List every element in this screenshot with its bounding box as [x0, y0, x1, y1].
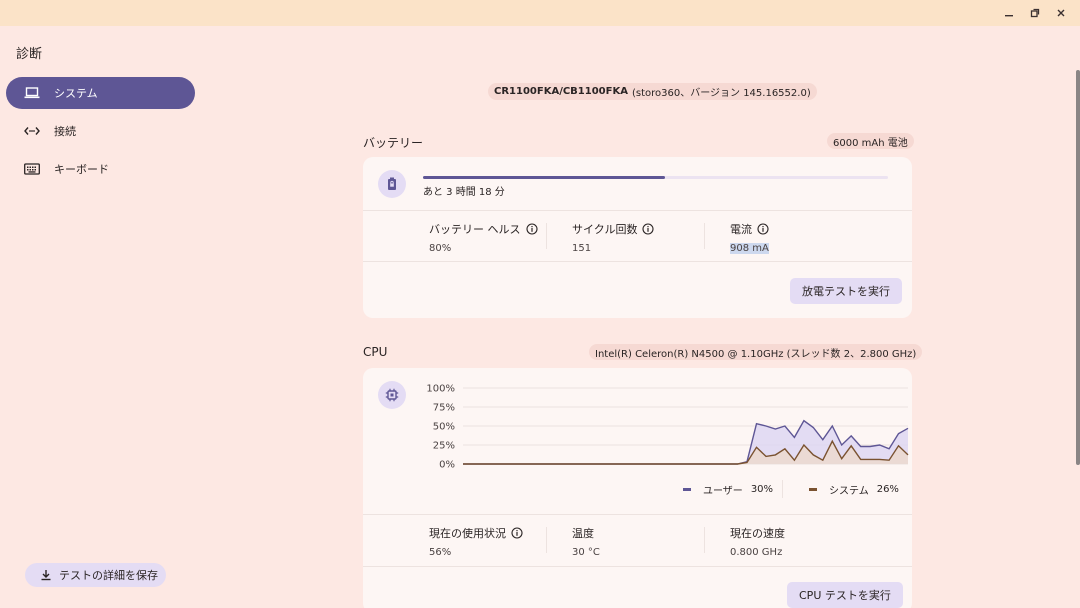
- current-label: 電流: [730, 223, 752, 236]
- cycle-count-value: 151: [572, 243, 592, 254]
- laptop-icon: [22, 85, 42, 101]
- cpu-divider-bottom: [363, 566, 912, 567]
- close-button[interactable]: [1048, 2, 1074, 24]
- legend-system-value: 26%: [876, 484, 899, 495]
- y-tick-label: 25%: [433, 441, 455, 452]
- run-cpu-test-button[interactable]: CPU テストを実行: [787, 582, 903, 608]
- device-model-chip: CR1100FKA/CB1100FKA (storo360、バージョン 145.…: [488, 83, 817, 100]
- legend-user-label: ユーザー: [703, 486, 743, 497]
- legend-separator: [782, 480, 783, 498]
- battery-health-metric: バッテリー ヘルス 80%: [429, 221, 538, 254]
- device-model: CR1100FKA/CB1100FKA: [494, 86, 628, 97]
- metric-separator: [704, 223, 705, 249]
- save-test-details-button[interactable]: テストの詳細を保存: [25, 563, 166, 587]
- cpu-section-title: CPU: [363, 345, 388, 359]
- y-tick-label: 0%: [439, 460, 455, 471]
- metric-separator: [704, 527, 705, 553]
- cpu-usage-metric: 現在の使用状況 56%: [429, 525, 523, 558]
- battery-capacity-chip: 6000 mAh 電池: [827, 133, 914, 149]
- cycle-count-metric: サイクル回数 151: [572, 221, 655, 254]
- run-discharge-test-button[interactable]: 放電テストを実行: [790, 278, 902, 304]
- cpu-temp-metric: 温度 30 °C: [572, 525, 600, 558]
- legend-system-label: システム: [829, 486, 869, 497]
- title-bar: [0, 0, 1080, 26]
- battery-remaining-time: あと 3 時間 18 分: [423, 187, 505, 198]
- battery-charge-fill: [423, 176, 665, 179]
- cpu-usage-value: 56%: [429, 547, 452, 558]
- cpu-temp-value: 30 °C: [572, 547, 600, 558]
- sidebar-item-keyboard[interactable]: キーボード: [6, 153, 195, 185]
- legend-system: システム 26%: [809, 482, 899, 497]
- device-detail: (storo360、バージョン 145.16552.0): [631, 88, 811, 99]
- sidebar-nav: システム 接続 キーボード: [6, 77, 195, 191]
- sidebar-item-connection[interactable]: 接続: [6, 115, 195, 147]
- battery-card: あと 3 時間 18 分 バッテリー ヘルス 80% サイクル回数 151 電流…: [363, 157, 912, 318]
- cpu-usage-label: 現在の使用状況: [429, 527, 506, 540]
- battery-health-label: バッテリー ヘルス: [429, 223, 521, 236]
- sidebar-item-label: システム: [54, 87, 98, 100]
- cpu-divider-top: [363, 514, 912, 515]
- cpu-temp-label: 温度: [572, 527, 594, 540]
- current-value: 908 mA: [730, 243, 769, 254]
- battery-section-title: バッテリー: [363, 136, 424, 150]
- legend-system-swatch: [809, 488, 817, 491]
- info-icon[interactable]: [757, 223, 769, 235]
- minimize-icon: [1005, 15, 1013, 17]
- keyboard-icon: [22, 161, 42, 177]
- info-icon[interactable]: [642, 223, 655, 235]
- y-tick-label: 50%: [433, 422, 455, 433]
- cpu-usage-chart: 100% 75% 50% 25% 0%: [426, 384, 909, 471]
- metric-separator: [546, 223, 547, 249]
- app-title: 診断: [16, 47, 43, 62]
- cpu-spec-chip: Intel(R) Celeron(R) N4500 @ 1.10GHz (スレッ…: [589, 344, 923, 360]
- sidebar-item-system[interactable]: システム: [6, 77, 195, 109]
- battery-charge-bar: [423, 176, 888, 179]
- legend-user: ユーザー 30%: [683, 482, 773, 497]
- battery-divider-bottom: [363, 261, 912, 262]
- info-icon[interactable]: [511, 527, 523, 539]
- battery-icon-badge: [378, 170, 406, 198]
- legend-user-swatch: [683, 488, 691, 491]
- y-tick-label: 100%: [426, 384, 455, 395]
- close-icon: [1057, 9, 1065, 17]
- connection-arrows-icon: [22, 123, 42, 139]
- sidebar-item-label: 接続: [54, 125, 76, 138]
- main-scrollbar[interactable]: [1076, 70, 1080, 465]
- cpu-speed-label: 現在の速度: [730, 527, 785, 540]
- current-metric: 電流 908 mA: [730, 221, 769, 254]
- battery-lock-icon: [388, 177, 396, 190]
- info-icon[interactable]: [525, 223, 538, 235]
- battery-divider-top: [363, 210, 912, 211]
- metric-separator: [546, 527, 547, 553]
- cpu-card: 100% 75% 50% 25% 0% ユーザー 30% システム 26% 現在の使用状…: [363, 368, 912, 608]
- minimize-button[interactable]: [996, 2, 1022, 24]
- sidebar-item-label: キーボード: [54, 163, 109, 176]
- cycle-count-label: サイクル回数: [572, 223, 638, 236]
- y-tick-label: 75%: [433, 403, 455, 414]
- battery-health-value: 80%: [429, 243, 452, 254]
- cpu-speed-metric: 現在の速度 0.800 GHz: [730, 525, 785, 558]
- restore-button[interactable]: [1022, 2, 1048, 24]
- restore-icon: [1030, 8, 1040, 18]
- cpu-speed-value: 0.800 GHz: [730, 547, 783, 558]
- save-button-label: テストの詳細を保存: [59, 569, 158, 582]
- download-icon: [39, 567, 53, 583]
- legend-user-value: 30%: [750, 484, 774, 495]
